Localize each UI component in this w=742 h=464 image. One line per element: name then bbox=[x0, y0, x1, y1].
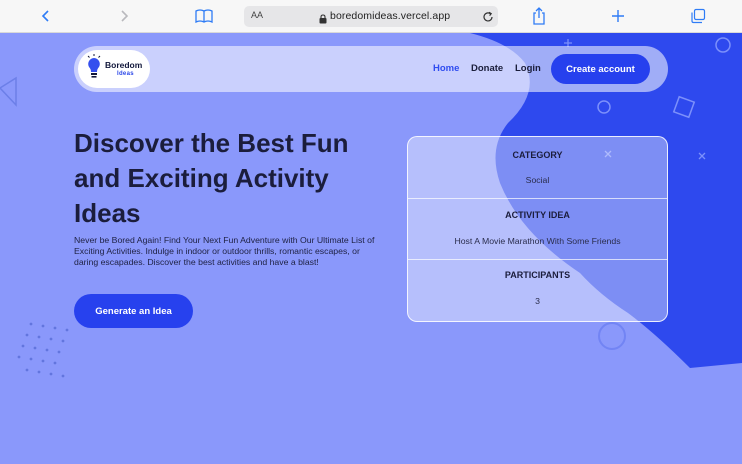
logo-title: Boredom bbox=[105, 60, 143, 71]
participants-value: 3 bbox=[535, 296, 540, 306]
card-section-participants: PARTICIPANTS 3 bbox=[408, 259, 667, 320]
url-text: boredomideas.vercel.app bbox=[330, 10, 451, 22]
new-tab-icon[interactable] bbox=[606, 5, 630, 27]
forward-icon[interactable] bbox=[112, 5, 136, 27]
hero-title-line: Ideas bbox=[74, 198, 141, 228]
nav-home-link[interactable]: Home bbox=[433, 63, 459, 74]
generate-idea-button[interactable]: Generate an Idea bbox=[74, 294, 193, 328]
lightbulb-logo-icon bbox=[86, 53, 102, 85]
participants-label: PARTICIPANTS bbox=[504, 270, 571, 280]
activity-value: Host A Movie Marathon With Some Friends bbox=[454, 236, 621, 246]
hero-title-line: and Exciting Activity bbox=[74, 163, 329, 193]
text-size-button[interactable]: AA bbox=[251, 10, 263, 20]
logo[interactable]: Boredom Ideas bbox=[78, 50, 150, 88]
category-label: CATEGORY bbox=[512, 150, 563, 160]
card-section-category: CATEGORY Social bbox=[408, 137, 667, 198]
create-account-button[interactable]: Create account bbox=[551, 54, 650, 84]
tabs-icon[interactable] bbox=[686, 5, 710, 27]
idea-card: CATEGORY Social ACTIVITY IDEA Host A Mov… bbox=[407, 136, 668, 322]
browser-toolbar: AA boredomideas.vercel.app bbox=[0, 0, 742, 33]
bookmarks-icon[interactable] bbox=[192, 5, 216, 27]
share-icon[interactable] bbox=[527, 5, 551, 27]
back-icon[interactable] bbox=[34, 5, 58, 27]
hero-title: Discover the Best Fun and Exciting Activ… bbox=[74, 126, 374, 231]
lock-icon bbox=[319, 11, 327, 29]
navbar: Boredom Ideas Home Donate Login Create a… bbox=[74, 46, 668, 92]
hero-description: Never be Bored Again! Find Your Next Fun… bbox=[74, 235, 375, 268]
card-section-activity: ACTIVITY IDEA Host A Movie Marathon With… bbox=[408, 198, 667, 259]
nav-login-link[interactable]: Login bbox=[515, 63, 541, 74]
activity-label: ACTIVITY IDEA bbox=[505, 210, 570, 220]
page: Boredom Ideas Home Donate Login Create a… bbox=[0, 33, 742, 464]
category-value: Social bbox=[525, 175, 550, 185]
hero-title-line: Discover the Best Fun bbox=[74, 128, 349, 158]
dot-pattern bbox=[17, 322, 69, 378]
reload-icon[interactable] bbox=[482, 10, 494, 28]
nav-donate-link[interactable]: Donate bbox=[471, 63, 503, 74]
address-bar[interactable]: AA boredomideas.vercel.app bbox=[244, 6, 498, 27]
logo-subtitle: Ideas bbox=[117, 70, 134, 77]
